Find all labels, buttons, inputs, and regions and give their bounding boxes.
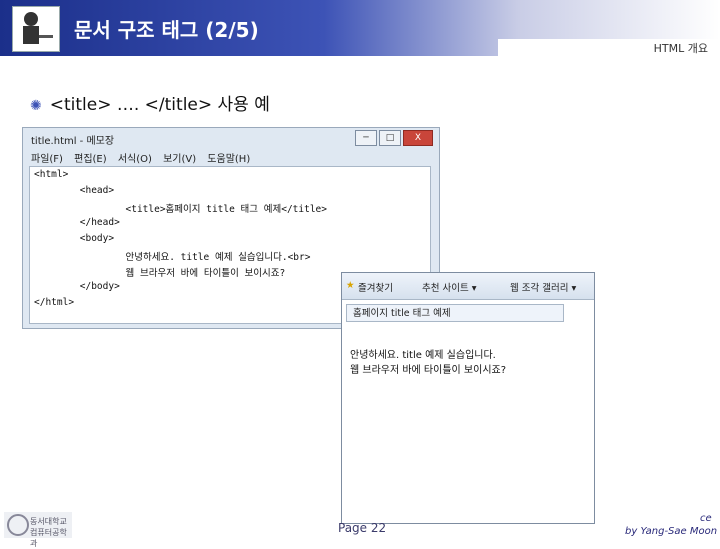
page-number: Page 22	[338, 521, 387, 535]
slide-title: 문서 구조 태그 (2/5)	[74, 18, 259, 42]
bullet-star-icon: ✺	[30, 98, 42, 114]
content-line: 안녕하세요. title 예제 실습입니다.	[350, 350, 496, 361]
notepad-menubar[interactable]: 파일(F) 편집(E) 서식(O) 보기(V) 도움말(H)	[31, 150, 250, 165]
code-line: <html>	[34, 169, 69, 180]
university-logo: 동서대학교 컴퓨터공학과	[4, 512, 72, 548]
star-icon[interactable]: ★	[346, 280, 355, 291]
code-line: <title>홈페이지 title 태그 예제</title>	[34, 204, 327, 215]
browser-tab[interactable]: 홈페이지 title 태그 예제	[346, 304, 564, 322]
bullet-text: <title> …. </title> 사용 예	[49, 95, 270, 115]
browser-window: ★ 즐겨찾기 추천 사이트 ▾ 웹 조각 갤러리 ▾ 홈페이지 title 태그…	[341, 272, 595, 524]
content-line: 웹 브라우저 바에 타이틀이 보이시죠?	[350, 365, 507, 376]
credit-line-1: ce	[700, 513, 712, 524]
credit-line-2: by Yang-Sae Moon	[625, 526, 718, 537]
code-line: 웹 브라우저 바에 타이틀이 보이시죠?	[34, 268, 286, 279]
notepad-title: title.html - 메모장	[31, 136, 115, 147]
logo-text: 동서대학교 컴퓨터공학과	[30, 517, 67, 548]
professor-logo-icon	[12, 6, 60, 52]
favorites-bar: ★ 즐겨찾기 추천 사이트 ▾ 웹 조각 갤러리 ▾	[342, 273, 594, 300]
suggested-sites-button[interactable]: 추천 사이트 ▾	[422, 280, 477, 294]
page-content: 안녕하세요. title 예제 실습입니다. 웹 브라우저 바에 타이틀이 보이…	[350, 348, 506, 378]
code-line: 안녕하세요. title 예제 실습입니다.<br>	[34, 252, 311, 263]
favorites-button[interactable]: 즐겨찾기	[358, 280, 393, 294]
bullet-line: ✺ <title> …. </title> 사용 예	[30, 90, 270, 115]
code-line: <body>	[34, 233, 115, 244]
slide-subtitle: HTML 개요	[653, 42, 708, 55]
web-slices-button[interactable]: 웹 조각 갤러리 ▾	[510, 280, 576, 294]
window-controls: ─ □ X	[355, 130, 433, 146]
code-line: </body>	[34, 281, 120, 292]
code-line: </html>	[34, 297, 75, 308]
close-button[interactable]: X	[403, 130, 433, 146]
minimize-button[interactable]: ─	[355, 130, 377, 146]
code-line: </head>	[34, 217, 120, 228]
code-line: <head>	[34, 185, 115, 196]
maximize-button[interactable]: □	[379, 130, 401, 146]
